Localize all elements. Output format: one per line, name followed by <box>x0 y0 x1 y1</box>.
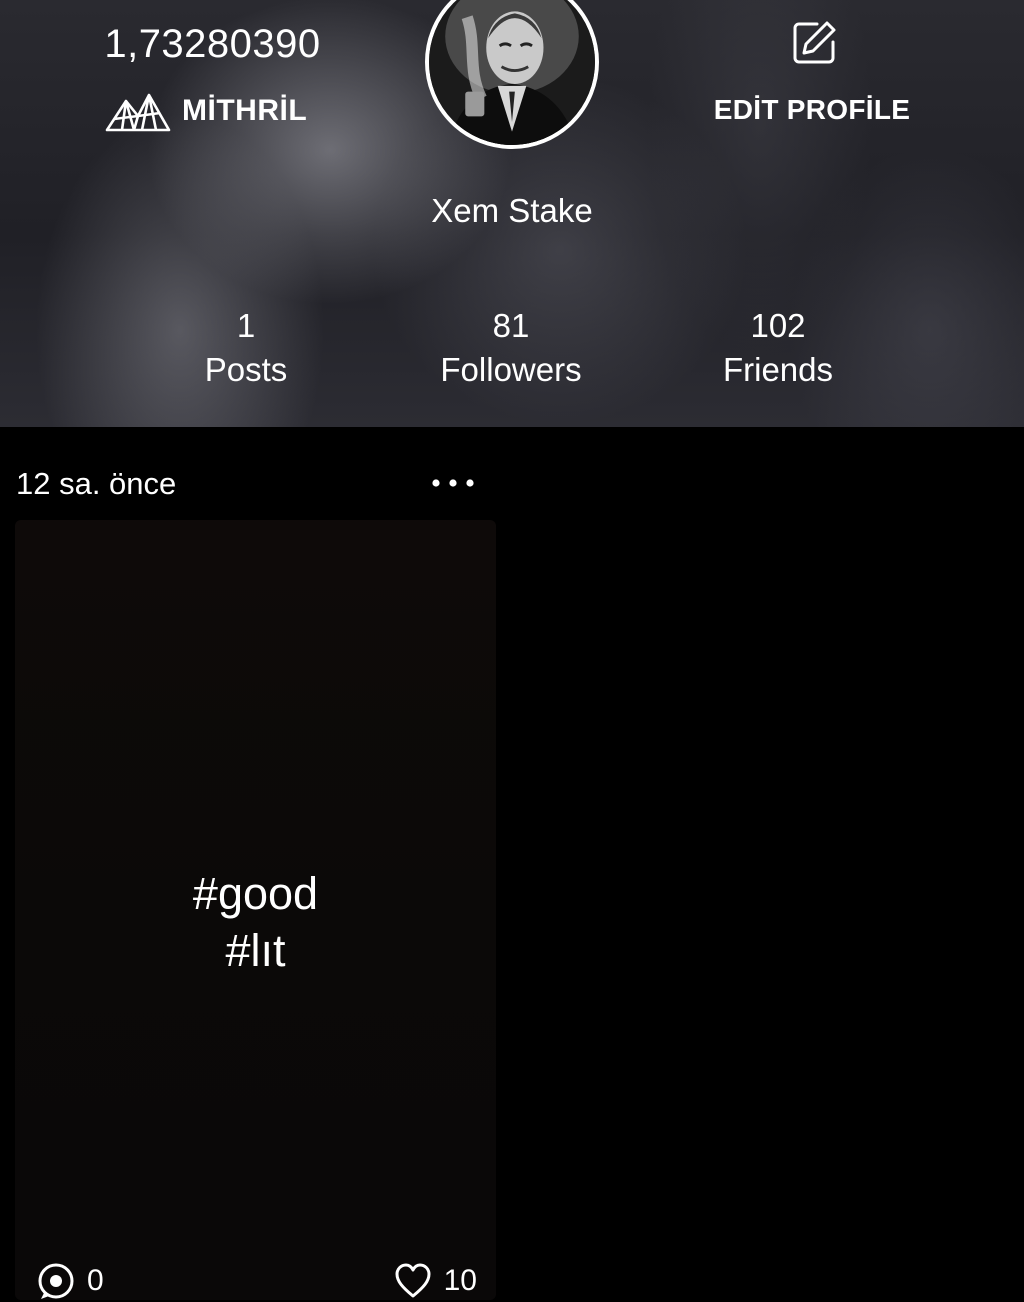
followers-count: 81 <box>492 307 530 344</box>
avatar-image <box>429 0 595 145</box>
comment-count: 0 <box>87 1264 104 1297</box>
comment-icon <box>38 1263 74 1299</box>
post-hashtag-good[interactable]: #good <box>15 865 496 922</box>
more-horizontal-icon <box>432 479 474 487</box>
friends-count: 102 <box>750 307 806 344</box>
mountain-icon <box>105 93 171 132</box>
stat-posts[interactable]: 1 Posts <box>136 306 356 394</box>
post-timestamp: 12 sa. önce <box>16 466 177 501</box>
friends-label: Friends <box>722 351 834 388</box>
posts-label: Posts <box>204 351 288 388</box>
post-menu-button[interactable] <box>426 470 480 496</box>
heart-icon <box>395 1263 431 1298</box>
posts-count: 1 <box>236 307 256 344</box>
tier-badge: MİTHRİL <box>104 88 307 134</box>
avatar[interactable] <box>425 0 599 149</box>
post-text: #good #lıt <box>15 865 496 979</box>
edit-profile-button[interactable]: EDİT PROFİLE <box>700 20 924 135</box>
comment-button[interactable]: 0 <box>37 1262 104 1300</box>
balance-amount: 1,73280390 <box>104 22 321 66</box>
tier-label: MİTHRİL <box>182 94 308 127</box>
post-hashtag-lit[interactable]: #lıt <box>15 922 496 979</box>
followers-label: Followers <box>440 351 582 388</box>
edit-icon <box>793 21 836 64</box>
like-count: 10 <box>443 1264 477 1297</box>
post-footer: 0 10 <box>37 1262 477 1302</box>
post-card[interactable]: #good #lıt 0 10 <box>15 520 496 1300</box>
username: Xem Stake <box>431 192 593 229</box>
stat-friends[interactable]: 102 Friends <box>668 306 888 394</box>
edit-profile-label: EDİT PROFİLE <box>713 94 911 125</box>
stat-followers[interactable]: 81 Followers <box>401 306 621 394</box>
profile-header: 1,73280390 MİTHRİL EDİT PROFİLE Xem Stak… <box>0 0 1024 427</box>
like-button[interactable]: 10 <box>394 1262 477 1300</box>
